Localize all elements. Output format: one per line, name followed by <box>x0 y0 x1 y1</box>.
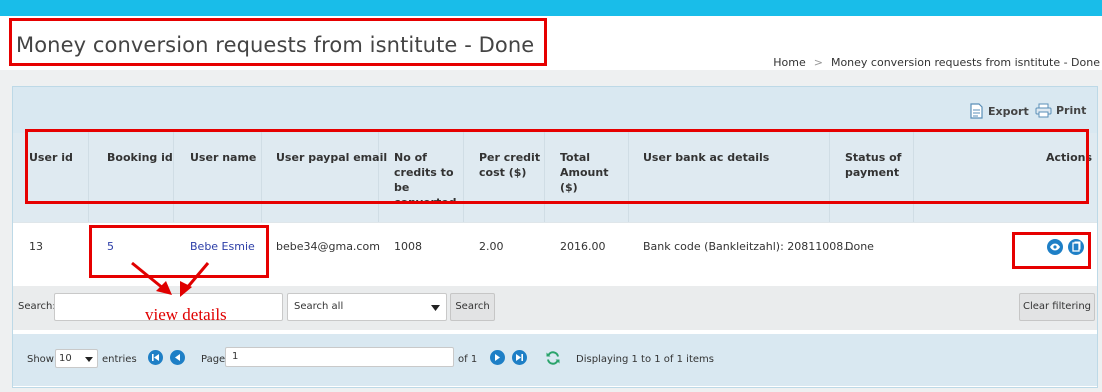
last-page-icon <box>516 354 523 361</box>
search-button[interactable]: Search <box>450 293 495 321</box>
breadcrumb: Home > Money conversion requests from isnt… <box>773 56 1100 69</box>
next-page-icon <box>495 354 500 361</box>
pager-of-label: of 1 <box>458 354 478 365</box>
view-details-annotation: view details <box>145 305 227 324</box>
top-accent-bar <box>0 0 1102 16</box>
cell-payment-status: Done <box>845 240 874 253</box>
last-page-button[interactable] <box>512 350 527 365</box>
cell-per-credit-cost: 2.00 <box>479 240 504 253</box>
print-label: Print <box>1056 104 1087 117</box>
cell-credits: 1008 <box>394 240 422 253</box>
cell-user-id: 13 <box>29 240 43 253</box>
pager-display-info: Displaying 1 to 1 of 1 items <box>576 354 714 365</box>
page-number-input[interactable]: 1 <box>225 347 454 367</box>
export-icon <box>970 103 983 119</box>
print-icon <box>1035 103 1052 118</box>
actions-highlight-box <box>1012 232 1091 269</box>
pager-show-label: Show <box>27 354 54 365</box>
first-page-icon <box>152 354 159 361</box>
clear-filtering-button[interactable]: Clear filtering <box>1019 293 1095 321</box>
breadcrumb-separator: > <box>813 56 823 69</box>
export-label: Export <box>988 105 1029 118</box>
cell-total-amount: 2016.00 <box>560 240 606 253</box>
next-page-button[interactable] <box>490 350 505 365</box>
search-label: Search: <box>18 301 56 312</box>
page-size-value: 10 <box>59 353 72 364</box>
page-size-select[interactable]: 10 <box>55 349 98 368</box>
export-button[interactable]: Export <box>969 103 1029 119</box>
grid-toolbar: Export Print <box>13 87 1097 133</box>
pager-entries-label: entries <box>102 354 137 365</box>
refresh-button[interactable] <box>545 350 561 366</box>
prev-page-icon <box>175 354 180 361</box>
header-highlight-box <box>25 129 1089 204</box>
dropdown-caret-icon <box>431 305 440 311</box>
dropdown-caret-icon <box>85 357 93 362</box>
prev-page-button[interactable] <box>170 350 185 365</box>
title-highlight-box <box>9 18 547 66</box>
refresh-icon <box>546 351 560 365</box>
cell-bank-details: Bank code (Bankleitzahl): 20811008... <box>643 240 854 253</box>
search-scope-select[interactable]: Search all <box>287 293 447 321</box>
print-button[interactable]: Print <box>1035 103 1086 118</box>
search-scope-value: Search all <box>294 301 344 312</box>
first-page-button[interactable] <box>148 350 163 365</box>
breadcrumb-home-link[interactable]: Home <box>773 56 805 69</box>
cell-paypal-email: bebe34@gma.com <box>276 240 380 253</box>
breadcrumb-current: Money conversion requests from isntitute… <box>830 56 1100 69</box>
pager-page-label: Page <box>201 354 226 365</box>
